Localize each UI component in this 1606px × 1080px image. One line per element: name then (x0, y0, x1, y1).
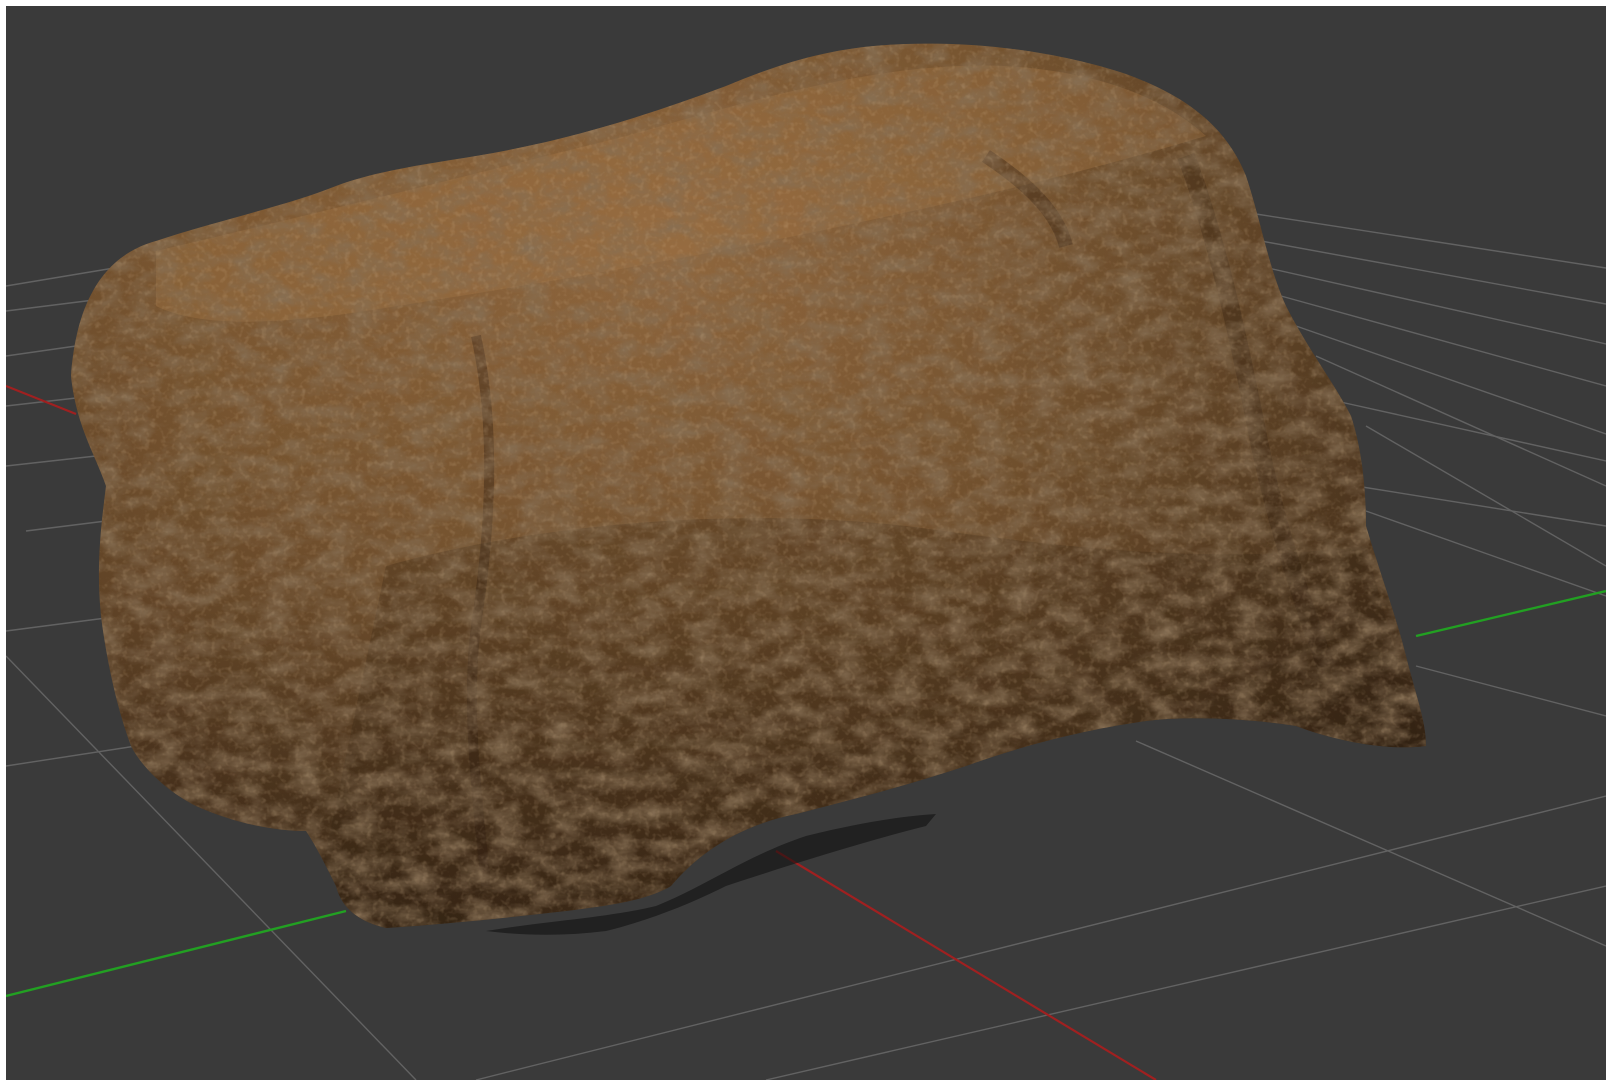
rock-mesh[interactable] (6, 6, 1606, 1080)
3d-viewport[interactable] (6, 6, 1606, 1080)
y-axis (1415, 589, 1606, 638)
x-axis (6, 384, 77, 416)
viewport-canvas[interactable] (6, 6, 1606, 1080)
y-axis (6, 909, 347, 998)
x-axis (775, 850, 1157, 1080)
viewport-frame (0, 0, 1606, 1080)
